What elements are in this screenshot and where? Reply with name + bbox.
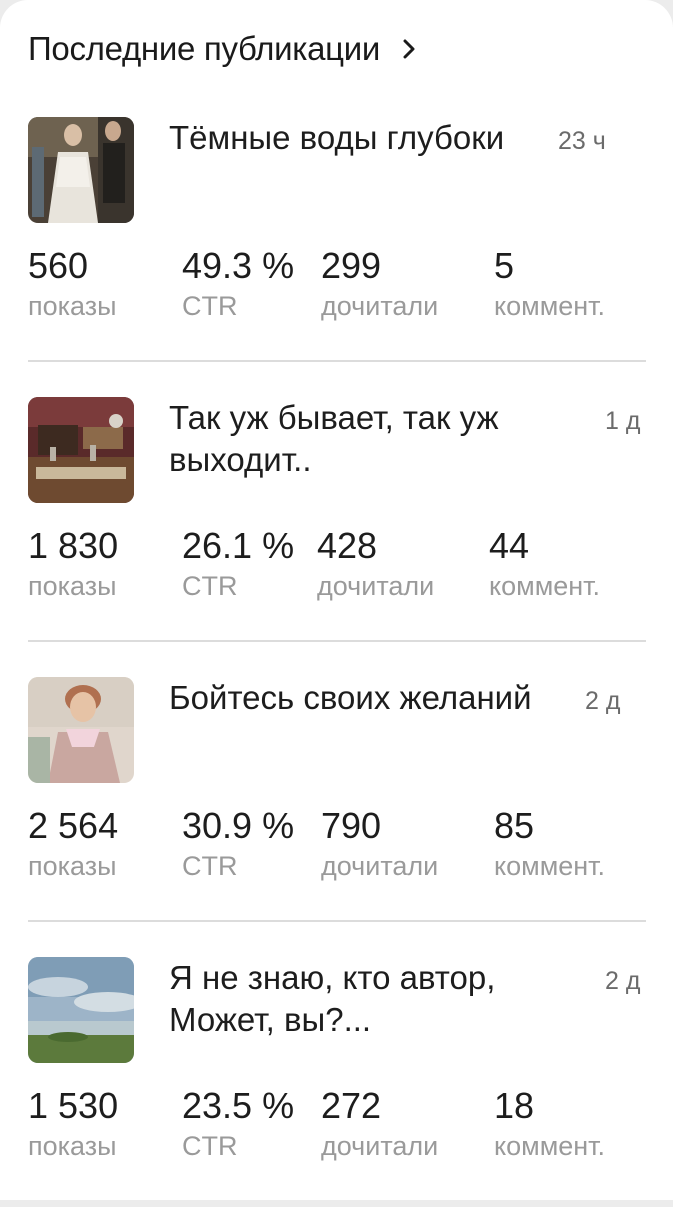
ctr-label: CTR	[182, 1131, 238, 1161]
publication-item[interactable]: Так уж бывает, так уж выходит.. 1 д 1 83…	[28, 397, 646, 647]
views-label: показы	[28, 1131, 117, 1161]
views-value: 1 830	[28, 525, 119, 566]
views-label: показы	[28, 571, 117, 601]
stat-reads: 790 дочитали	[321, 805, 438, 883]
publication-title[interactable]: Бойтесь своих желаний	[169, 677, 539, 719]
stat-comments: 85 коммент.	[494, 805, 605, 883]
stat-views: 560 показы	[28, 245, 117, 323]
publication-title[interactable]: Так уж бывает, так уж выходит..	[169, 397, 539, 481]
comments-value: 44	[489, 525, 530, 566]
ctr-value: 23.5 %	[182, 1085, 295, 1126]
ctr-value: 30.9 %	[182, 805, 295, 846]
stat-comments: 5 коммент.	[494, 245, 605, 323]
comments-label: коммент.	[494, 851, 606, 881]
stat-views: 1 830 показы	[28, 525, 118, 603]
stat-reads: 272 дочитали	[321, 1085, 438, 1163]
publication-time: 2 д	[605, 967, 641, 995]
stat-comments: 44 коммент.	[489, 525, 600, 603]
publication-title[interactable]: Тёмные воды глубоки	[169, 117, 539, 159]
publication-item[interactable]: Я не знаю, кто автор, Может, вы?... 2 д …	[28, 957, 646, 1207]
reads-value: 299	[321, 245, 382, 286]
publication-thumbnail	[28, 397, 134, 503]
views-label: показы	[28, 851, 117, 881]
comments-label: коммент.	[489, 571, 601, 601]
views-value: 560	[28, 245, 89, 286]
stat-views: 1 530 показы	[28, 1085, 118, 1163]
stat-ctr: 49.3 % CTR	[182, 245, 294, 323]
publication-thumbnail	[28, 677, 134, 783]
stat-ctr: 23.5 % CTR	[182, 1085, 294, 1163]
latest-publications-header[interactable]: Последние публикации	[28, 30, 416, 68]
publication-thumbnail	[28, 957, 134, 1063]
divider	[28, 640, 646, 642]
reads-label: дочитали	[321, 851, 439, 881]
stat-reads: 299 дочитали	[321, 245, 438, 323]
ctr-label: CTR	[182, 571, 238, 601]
publication-item[interactable]: Тёмные воды глубоки 23 ч 560 показы 49.3…	[28, 117, 646, 367]
stat-comments: 18 коммент.	[494, 1085, 605, 1163]
ctr-value: 49.3 %	[182, 245, 295, 286]
publication-thumbnail	[28, 117, 134, 223]
ctr-label: CTR	[182, 851, 238, 881]
section-title: Последние публикации	[28, 30, 381, 67]
publication-time: 23 ч	[558, 127, 606, 155]
reads-value: 790	[321, 805, 382, 846]
reads-value: 272	[321, 1085, 382, 1126]
stat-reads: 428 дочитали	[317, 525, 434, 603]
stat-views: 2 564 показы	[28, 805, 118, 883]
divider	[28, 920, 646, 922]
views-value: 2 564	[28, 805, 119, 846]
publication-title[interactable]: Я не знаю, кто автор, Может, вы?...	[169, 957, 539, 1041]
publication-time: 2 д	[585, 687, 621, 715]
publication-time: 1 д	[605, 407, 641, 435]
ctr-value: 26.1 %	[182, 525, 295, 566]
comments-label: коммент.	[494, 1131, 606, 1161]
stat-ctr: 26.1 % CTR	[182, 525, 294, 603]
views-label: показы	[28, 291, 117, 321]
views-value: 1 530	[28, 1085, 119, 1126]
comments-value: 18	[494, 1085, 535, 1126]
publication-item[interactable]: Бойтесь своих желаний 2 д 2 564 показы 3…	[28, 677, 646, 927]
reads-label: дочитали	[321, 1131, 439, 1161]
reads-label: дочитали	[321, 291, 439, 321]
stat-ctr: 30.9 % CTR	[182, 805, 294, 883]
divider	[28, 360, 646, 362]
comments-value: 5	[494, 245, 515, 286]
comments-label: коммент.	[494, 291, 606, 321]
chevron-right-icon	[403, 39, 415, 59]
latest-publications-card: Последние публикации Тёмные воды глубоки…	[0, 0, 673, 1200]
ctr-label: CTR	[182, 291, 238, 321]
comments-value: 85	[494, 805, 535, 846]
reads-label: дочитали	[317, 571, 435, 601]
reads-value: 428	[317, 525, 378, 566]
